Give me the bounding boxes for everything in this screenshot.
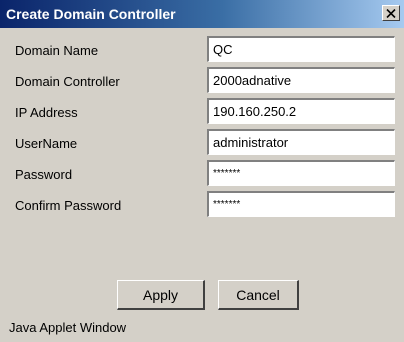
username-label: UserName: [15, 136, 78, 151]
close-icon: [386, 8, 396, 18]
form-row-domain-controller: Domain Controller: [0, 67, 404, 97]
domain-controller-label: Domain Controller: [15, 74, 120, 89]
form-row-confirm-password: Confirm Password: [0, 191, 404, 221]
confirm-password-label: Confirm Password: [15, 198, 122, 213]
ip-address-field[interactable]: [207, 98, 395, 124]
domain-name-label: Domain Name: [15, 43, 99, 58]
form-row-ip-address: IP Address: [0, 98, 404, 128]
confirm-password-field[interactable]: [207, 191, 395, 217]
form-row-domain-name: Domain Name: [0, 36, 404, 66]
form-row-password: Password: [0, 160, 404, 190]
domain-name-field[interactable]: [207, 36, 395, 62]
username-field[interactable]: [207, 129, 395, 155]
domain-controller-field[interactable]: [207, 67, 395, 93]
dialog-title: Create Domain Controller: [6, 6, 176, 22]
form-row-username: UserName: [0, 129, 404, 159]
password-label: Password: [15, 167, 73, 182]
close-button[interactable]: [382, 5, 400, 21]
cancel-button[interactable]: Cancel: [218, 280, 299, 310]
apply-button[interactable]: Apply: [117, 280, 205, 310]
password-field[interactable]: [207, 160, 395, 186]
title-bar: Create Domain Controller: [0, 0, 404, 28]
applet-window-status: Java Applet Window: [9, 320, 127, 335]
ip-address-label: IP Address: [15, 105, 78, 120]
